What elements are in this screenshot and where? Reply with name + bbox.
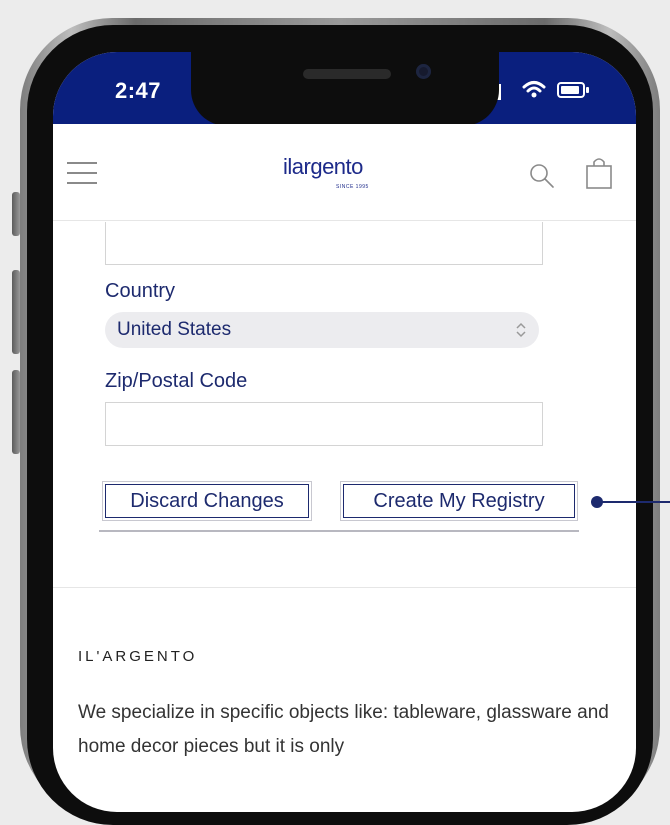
phone-volume-down	[12, 370, 20, 454]
brand-tagline: SINCE 1995	[336, 184, 369, 190]
phone-side-button	[12, 192, 20, 236]
zip-label: Zip/Postal Code	[105, 370, 248, 392]
phone-volume-up	[12, 270, 20, 354]
create-registry-button[interactable]: Create My Registry	[343, 484, 575, 518]
zip-postal-code-input[interactable]	[105, 402, 543, 446]
hamburger-menu-icon[interactable]	[53, 156, 113, 190]
site-header: ilargento SINCE 1995	[53, 124, 636, 221]
front-camera	[416, 64, 431, 79]
select-chevrons-icon	[516, 322, 526, 338]
phone-screen: 2:47 ilargento SINCE 1995 Country United…	[53, 52, 636, 812]
brand-logo[interactable]: ilargento	[283, 154, 363, 180]
footer-description: We specialize in specific objects like: …	[78, 702, 609, 757]
country-select[interactable]: United States	[105, 312, 539, 348]
previous-field-input[interactable]	[105, 222, 543, 265]
speaker-grill	[303, 69, 391, 79]
shopping-bag-icon[interactable]	[585, 156, 613, 190]
wifi-icon	[522, 81, 546, 98]
section-divider	[53, 587, 636, 588]
country-select-value: United States	[117, 319, 232, 340]
callout-line	[600, 501, 670, 503]
battery-icon	[557, 82, 589, 98]
discard-changes-button[interactable]: Discard Changes	[105, 484, 309, 518]
buttons-divider	[99, 530, 579, 532]
search-icon[interactable]	[528, 162, 556, 190]
footer-heading: IL'ARGENTO	[78, 648, 198, 665]
phone-notch	[191, 52, 499, 126]
status-time: 2:47	[115, 78, 162, 103]
country-label: Country	[105, 280, 176, 302]
